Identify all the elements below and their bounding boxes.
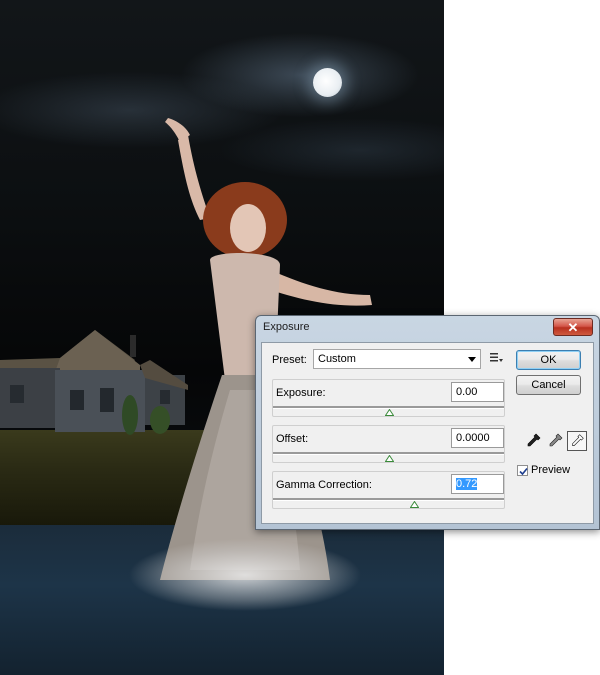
offset-slider-thumb[interactable] <box>384 455 394 462</box>
eyedropper-tools <box>523 431 593 453</box>
white-point-eyedropper-icon[interactable] <box>567 431 587 451</box>
offset-control: Offset: 0.0000 <box>272 425 505 463</box>
gamma-correction-slider-thumb[interactable] <box>409 501 419 508</box>
dialog-titlebar[interactable]: Exposure ✕ <box>256 316 599 342</box>
ok-button[interactable]: OK <box>516 350 581 370</box>
exposure-slider-thumb[interactable] <box>384 409 394 416</box>
gamma-correction-input[interactable]: 0.72 <box>451 474 504 494</box>
preset-label: Preset: <box>272 354 307 366</box>
preview-checkbox[interactable] <box>517 464 528 476</box>
offset-input[interactable]: 0.0000 <box>451 428 504 448</box>
exposure-value: 0.00 <box>456 386 478 398</box>
moon <box>313 68 342 97</box>
close-icon: ✕ <box>567 319 579 335</box>
gamma-correction-control: Gamma Correction: 0.72 <box>272 471 505 509</box>
gamma-correction-slider-track[interactable] <box>273 498 504 501</box>
exposure-dialog: Exposure ✕ Preset: Custom Exposure: 0.00 <box>255 315 600 530</box>
exposure-input[interactable]: 0.00 <box>451 382 504 402</box>
chevron-down-icon <box>468 357 476 362</box>
offset-label: Offset: <box>276 433 309 445</box>
black-point-eyedropper-icon[interactable] <box>523 431 543 451</box>
preset-value: Custom <box>318 353 356 365</box>
dialog-body: Preset: Custom Exposure: 0.00 Offset: 0.… <box>261 342 594 524</box>
offset-value: 0.0000 <box>456 432 490 444</box>
preview-label: Preview <box>531 464 571 476</box>
cancel-button[interactable]: Cancel <box>516 375 581 395</box>
exposure-label: Exposure: <box>276 387 326 399</box>
close-button[interactable]: ✕ <box>553 318 593 336</box>
preset-options-icon[interactable] <box>489 351 503 365</box>
exposure-control: Exposure: 0.00 <box>272 379 505 417</box>
gray-point-eyedropper-icon[interactable] <box>545 431 565 451</box>
preview-toggle[interactable]: Preview <box>517 464 570 476</box>
mist <box>95 520 385 615</box>
dialog-title: Exposure <box>263 321 310 333</box>
gamma-correction-value: 0.72 <box>456 478 478 490</box>
gamma-correction-label: Gamma Correction: <box>276 479 372 491</box>
preset-dropdown[interactable]: Custom <box>313 349 481 369</box>
checkmark-icon <box>519 467 528 475</box>
